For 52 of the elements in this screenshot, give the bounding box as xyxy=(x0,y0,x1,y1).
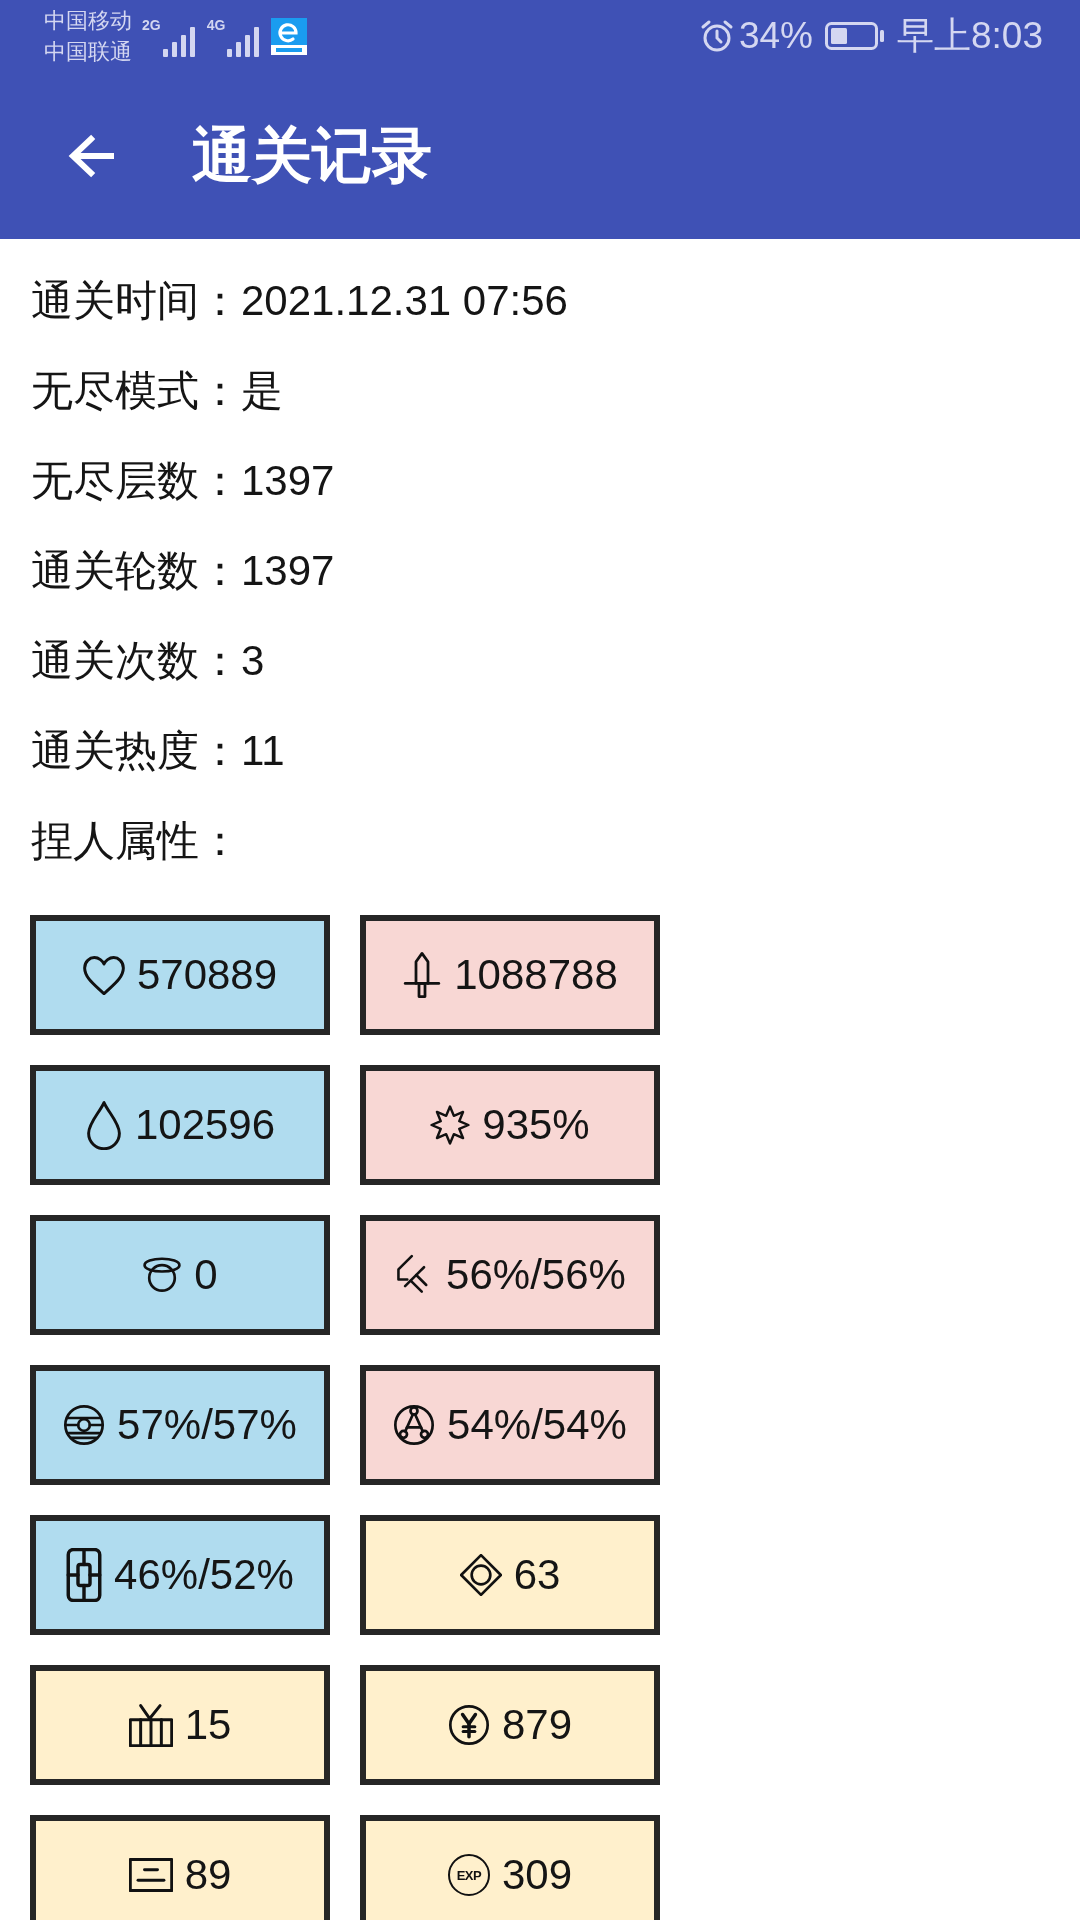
page-title: 通关记录 xyxy=(192,120,432,191)
attribute-value: 570889 xyxy=(136,950,278,1000)
attribute-value: 935% xyxy=(482,1100,590,1150)
attribute-value: 56%/56% xyxy=(446,1250,626,1300)
sword-icon xyxy=(402,951,443,999)
card-icon xyxy=(128,1858,173,1892)
attribute-value: 63 xyxy=(513,1550,561,1600)
attribute-value: 46%/52% xyxy=(114,1550,294,1600)
panel-icon xyxy=(66,1548,103,1602)
signal-icon xyxy=(227,27,262,57)
record-value: 11 xyxy=(241,727,285,775)
section-heading: 捏人属性： xyxy=(31,816,241,866)
app-notification-icon xyxy=(271,17,308,55)
attribute-value: 0 xyxy=(194,1250,218,1300)
network-label: 4G xyxy=(206,17,226,33)
exp-badge: EXP xyxy=(447,1854,490,1896)
halo-icon xyxy=(142,1257,183,1293)
record-value: 1397 xyxy=(241,457,335,505)
attribute-value: 89 xyxy=(184,1850,232,1900)
attribute-value: 102596 xyxy=(134,1100,276,1150)
carrier-name: 中国移动 xyxy=(44,7,132,35)
drop-icon xyxy=(84,1100,123,1150)
diamond-icon xyxy=(459,1554,502,1596)
attribute-value: 879 xyxy=(501,1700,573,1750)
yen-coin-icon xyxy=(447,1704,490,1746)
battery-percent: 34% xyxy=(738,14,813,58)
record-label: 通关热度： xyxy=(31,726,241,776)
record-value: 3 xyxy=(241,637,265,685)
record-label: 通关时间： xyxy=(31,276,241,326)
signal-icon xyxy=(162,27,197,57)
network-label: 2G xyxy=(142,17,161,33)
record-value: 1397 xyxy=(241,547,335,595)
tv-icon xyxy=(128,1703,173,1747)
record-value: 是 xyxy=(241,366,283,416)
battery-icon xyxy=(825,22,885,50)
triangle-nodes-icon xyxy=(393,1404,436,1446)
attribute-value: 1088788 xyxy=(454,950,618,1000)
clock-time: 早上8:03 xyxy=(897,14,1043,58)
heart-icon xyxy=(82,955,125,995)
attribute-value: 309 xyxy=(501,1850,573,1900)
record-value: 2021.12.31 07:56 xyxy=(241,277,568,325)
attribute-value: 15 xyxy=(184,1700,232,1750)
attribute-value: 54%/54% xyxy=(447,1400,627,1450)
alarm-icon xyxy=(699,19,734,53)
star-burst-icon xyxy=(430,1105,471,1145)
carrier-name: 中国联通 xyxy=(44,38,132,66)
record-label: 通关次数： xyxy=(31,636,241,686)
attribute-value: 57%/57% xyxy=(117,1400,297,1450)
disc-icon xyxy=(63,1404,106,1446)
record-label: 无尽层数： xyxy=(31,456,241,506)
record-label: 通关轮数： xyxy=(31,546,241,596)
record-label: 无尽模式： xyxy=(31,366,241,416)
